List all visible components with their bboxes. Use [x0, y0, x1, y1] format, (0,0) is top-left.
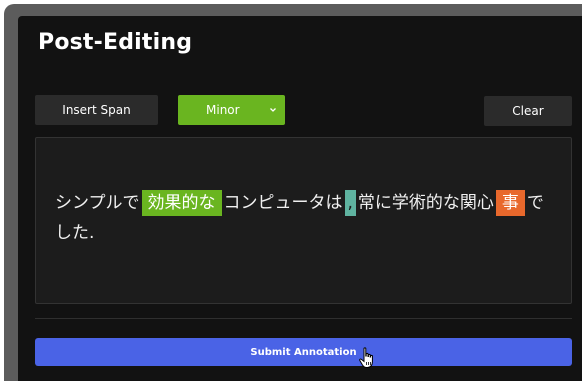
clear-button[interactable]: Clear	[484, 96, 572, 126]
submit-annotation-button[interactable]: Submit Annotation	[35, 338, 572, 366]
page-title: Post-Editing	[38, 30, 193, 55]
severity-selected-label: Minor	[206, 103, 240, 117]
text-segment: シンプルで	[55, 193, 140, 213]
translation-text[interactable]: シンプルで 効果的な コンピュータは, 常に学術的な関心事でした.	[55, 188, 555, 248]
insert-span-button[interactable]: Insert Span	[35, 95, 158, 125]
error-span-teal[interactable]: ,	[344, 190, 356, 216]
severity-dropdown[interactable]: Minor	[178, 95, 285, 125]
post-editing-panel: Post-Editing Insert Span Minor Clear シンプ…	[18, 16, 582, 381]
chevron-down-icon	[270, 108, 276, 112]
divider	[35, 318, 572, 319]
text-segment: コンピュータは	[223, 193, 343, 213]
error-span-minor[interactable]: 効果的な	[141, 190, 222, 216]
text-segment: 常に学術的な関心	[357, 193, 494, 213]
hand-pointer-icon	[359, 347, 373, 368]
app-window: Post-Editing Insert Span Minor Clear シンプ…	[4, 4, 582, 381]
error-span-major[interactable]: 事	[495, 190, 525, 216]
translation-editor[interactable]: シンプルで 効果的な コンピュータは, 常に学術的な関心事でした.	[35, 137, 572, 304]
